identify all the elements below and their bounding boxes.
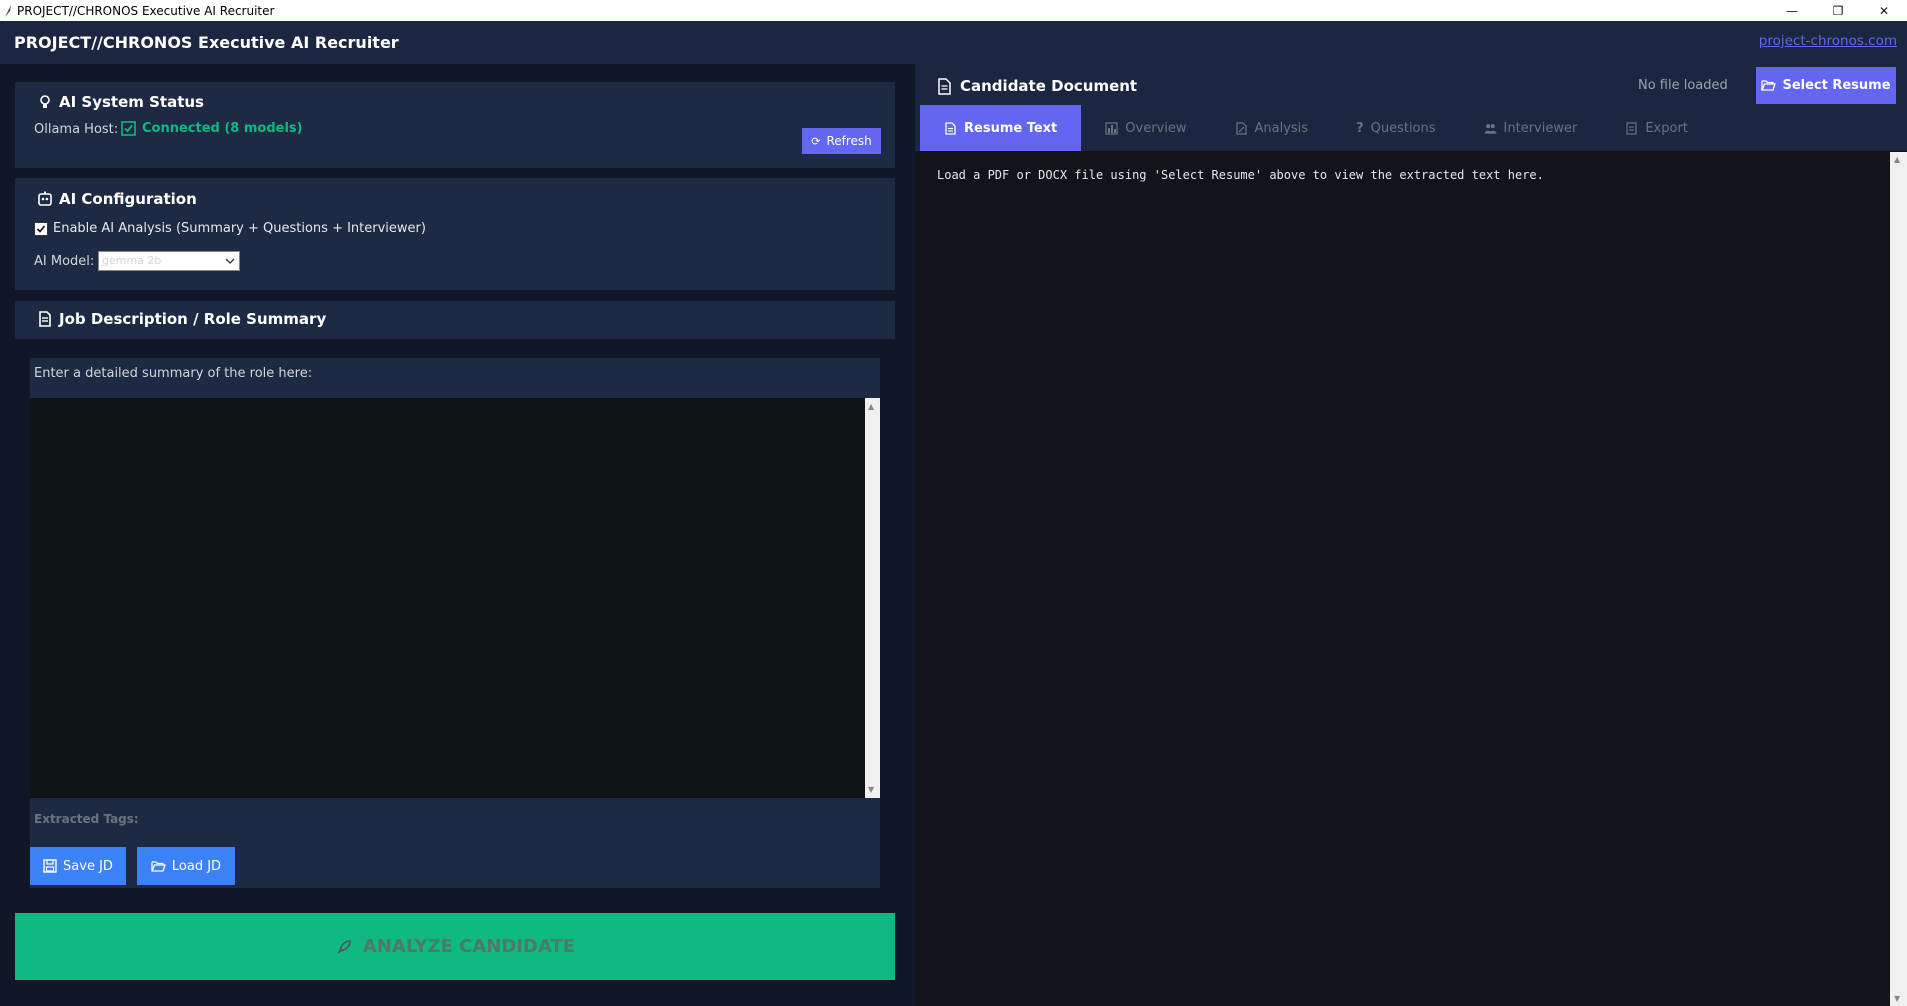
pencil-doc-icon <box>1235 121 1247 135</box>
save-icon <box>43 859 57 873</box>
lightbulb-icon <box>40 95 50 108</box>
people-icon <box>1483 123 1497 134</box>
jd-title: Job Description / Role Summary <box>37 310 326 328</box>
app-title: PROJECT//CHRONOS Executive AI Recruiter <box>14 33 399 52</box>
tab-resume-text-label: Resume Text <box>964 120 1058 136</box>
tab-questions-label: Questions <box>1370 120 1436 136</box>
chevron-down-icon <box>225 258 235 264</box>
jd-textarea[interactable] <box>30 398 865 798</box>
load-jd-label: Load JD <box>171 858 222 874</box>
check-square-icon <box>121 121 136 136</box>
robot-icon <box>38 191 52 206</box>
jd-prompt: Enter a detailed summary of the role her… <box>34 366 313 381</box>
scroll-down-icon[interactable]: ▼ <box>868 785 874 794</box>
document-tabs: Resume Text Overview Analysis ? Question… <box>920 105 1712 151</box>
document-icon <box>945 121 956 135</box>
ai-model-label: AI Model: <box>34 254 95 269</box>
ai-status-title-text: AI System Status <box>59 93 204 111</box>
select-resume-label: Select Resume <box>1782 78 1891 93</box>
rocket-icon <box>337 939 351 954</box>
question-icon: ? <box>1356 120 1364 136</box>
ai-status-panel: AI System Status Ollama Host: Connected … <box>15 82 895 168</box>
app-header: PROJECT//CHRONOS Executive AI Recruiter … <box>0 21 1907 64</box>
document-icon <box>39 311 51 327</box>
jd-title-text: Job Description / Role Summary <box>59 310 327 328</box>
app-feather-icon <box>5 4 11 17</box>
select-resume-button[interactable]: Select Resume <box>1756 67 1896 104</box>
connection-status: Connected (8 models) <box>121 121 303 136</box>
refresh-label: Refresh <box>826 134 872 148</box>
tab-resume-text[interactable]: Resume Text <box>920 105 1082 151</box>
website-link[interactable]: project-chronos.com <box>1759 33 1897 49</box>
extracted-tags-label: Extracted Tags: <box>34 812 139 826</box>
save-jd-button[interactable]: Save JD <box>30 847 126 885</box>
export-icon <box>1626 121 1637 135</box>
folder-open-icon <box>151 860 166 872</box>
refresh-icon: ⟳ <box>811 134 821 148</box>
ai-model-value: gemma 2b <box>102 254 162 267</box>
jd-body-panel: Enter a detailed summary of the role her… <box>30 358 880 888</box>
tab-export[interactable]: Export <box>1601 105 1712 151</box>
ai-config-title-text: AI Configuration <box>59 190 197 208</box>
ai-status-title: AI System Status <box>37 93 204 111</box>
bar-chart-icon <box>1105 121 1118 135</box>
load-jd-button[interactable]: Load JD <box>137 847 235 885</box>
tab-interviewer-label: Interviewer <box>1503 120 1578 136</box>
left-column: AI System Status Ollama Host: Connected … <box>0 64 911 1006</box>
folder-open-icon <box>1761 80 1777 91</box>
ai-model-select[interactable]: gemma 2b <box>98 251 240 271</box>
jd-header-panel: Job Description / Role Summary <box>15 301 895 339</box>
refresh-button[interactable]: ⟳ Refresh <box>802 128 881 154</box>
close-button[interactable]: ✕ <box>1861 0 1907 21</box>
file-status: No file loaded <box>1638 78 1728 93</box>
analyze-candidate-button[interactable]: ANALYZE CANDIDATE <box>15 913 895 980</box>
resume-text-content: Load a PDF or DOCX file using 'Select Re… <box>937 168 1544 182</box>
restore-button[interactable]: ❐ <box>1815 0 1861 21</box>
document-icon <box>938 77 951 95</box>
enable-ai-row: Enable AI Analysis (Summary + Questions … <box>34 221 426 236</box>
scroll-up-icon[interactable]: ▲ <box>1894 155 1900 164</box>
ai-config-title: AI Configuration <box>37 190 197 208</box>
window-titlebar: PROJECT//CHRONOS Executive AI Recruiter … <box>0 0 1907 21</box>
tab-analysis-label: Analysis <box>1254 120 1309 136</box>
document-scrollbar[interactable]: ▲ ▼ <box>1890 152 1907 1006</box>
ollama-host-label: Ollama Host: <box>34 122 119 137</box>
document-header: Candidate Document No file loaded Select… <box>915 64 1907 151</box>
tab-interviewer[interactable]: Interviewer <box>1460 105 1602 151</box>
scroll-up-icon[interactable]: ▲ <box>868 402 874 411</box>
save-jd-label: Save JD <box>63 858 113 874</box>
minimize-button[interactable]: — <box>1769 0 1815 21</box>
checkmark-icon <box>36 224 46 233</box>
document-title: Candidate Document <box>937 77 1137 95</box>
tab-overview[interactable]: Overview <box>1081 105 1210 151</box>
analyze-candidate-label: ANALYZE CANDIDATE <box>362 936 576 957</box>
tab-export-label: Export <box>1645 120 1688 136</box>
scroll-down-icon[interactable]: ▼ <box>1894 994 1900 1003</box>
document-panel: Candidate Document No file loaded Select… <box>915 64 1907 1006</box>
connection-status-text: Connected (8 models) <box>142 121 303 136</box>
ai-config-panel: AI Configuration Enable AI Analysis (Sum… <box>15 178 895 290</box>
enable-ai-checkbox[interactable] <box>34 221 48 236</box>
enable-ai-label: Enable AI Analysis (Summary + Questions … <box>53 221 426 236</box>
tab-questions[interactable]: ? Questions <box>1332 105 1459 151</box>
tab-overview-label: Overview <box>1125 120 1187 136</box>
document-title-text: Candidate Document <box>960 77 1138 95</box>
window-title: PROJECT//CHRONOS Executive AI Recruiter <box>17 3 275 18</box>
tab-analysis[interactable]: Analysis <box>1211 105 1333 151</box>
jd-scrollbar[interactable]: ▲ ▼ <box>865 398 880 798</box>
